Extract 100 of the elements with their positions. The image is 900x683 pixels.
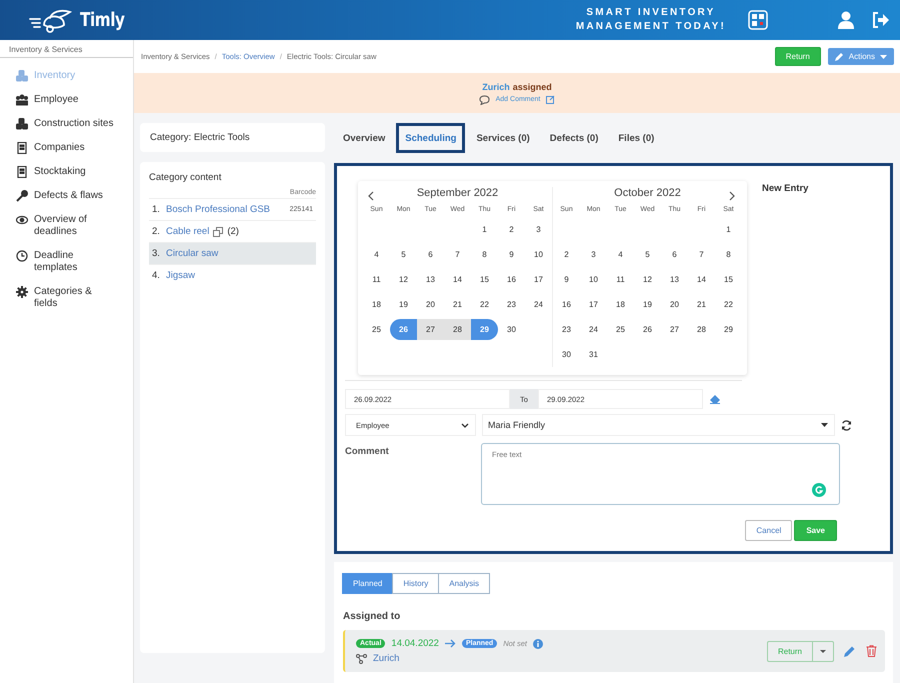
grammar-check-icon[interactable] [812,483,826,497]
calendar-day[interactable]: 5 [634,244,661,265]
calendar-day[interactable]: 19 [634,294,661,315]
view-toggle-button[interactable]: Analysis [438,573,490,594]
tab[interactable]: Services (0) [467,123,539,153]
pencil-icon[interactable] [844,645,856,657]
view-toggle-button[interactable]: History [392,573,440,594]
calendar-day[interactable]: 2 [553,244,580,265]
calendar-day[interactable]: 25 [363,319,390,340]
calendar-day[interactable]: 8 [715,244,742,265]
calendar-day[interactable]: 16 [553,294,580,315]
calendar-day[interactable]: 8 [471,244,498,265]
eraser-icon[interactable] [709,394,721,404]
sidebar-item[interactable]: Deadline templates [0,244,133,280]
sidebar-item[interactable]: Employee [0,88,133,112]
row-number: 3. [152,248,161,259]
calendar-day[interactable]: 24 [580,319,607,340]
person-select[interactable]: Maria Friendly [482,414,835,436]
next-month-icon[interactable] [728,191,736,201]
calendar-day[interactable]: 1 [553,219,742,240]
calendar-day[interactable]: 4 [363,244,390,265]
item-link[interactable]: Bosch Professional GSB [166,204,270,215]
calendar-day[interactable]: 28 [688,319,715,340]
calendar-day[interactable]: 24 [525,294,552,315]
calendar-day[interactable]: 27 [417,319,444,340]
calendar-day[interactable]: 9 [498,244,525,265]
new-entry-title: New Entry [762,182,808,196]
sidebar-item[interactable]: Construction sites [0,112,133,136]
sidebar-item[interactable]: Overview of deadlines [0,208,133,244]
calendar-day[interactable]: 28 [444,319,471,340]
calendar-day[interactable]: 20 [417,294,444,315]
arrow-right-icon [444,639,456,648]
calendar-day[interactable]: 11 [607,269,634,290]
calendar-day[interactable]: 2 [498,219,525,240]
tab[interactable]: Defects (0) [540,123,608,153]
calendar-day[interactable]: 14 [688,269,715,290]
calendar-day[interactable]: 3 [525,219,552,240]
trash-icon[interactable] [866,645,877,657]
calendar-day[interactable]: 9 [553,269,580,290]
calendar-day[interactable]: 10 [525,244,552,265]
calendar-day[interactable]: 7 [444,244,471,265]
calendar-day[interactable]: 17 [580,294,607,315]
calendar-day[interactable]: 21 [688,294,715,315]
calendar-day[interactable]: 18 [363,294,390,315]
cancel-button[interactable]: Cancel [745,520,792,541]
info-icon[interactable] [532,638,543,648]
calendar-day[interactable]: 14 [444,269,471,290]
refresh-icon[interactable] [841,420,852,430]
calendar-day[interactable]: 19 [390,294,417,315]
category-row[interactable]: 4. Jigsaw [149,264,316,286]
calendar-day[interactable]: 6 [661,244,688,265]
calendar-day[interactable]: 1 [363,219,498,240]
month-title: October 2022 [614,187,681,199]
calendar-day[interactable]: 6 [417,244,444,265]
user-icon[interactable] [838,11,854,29]
tab[interactable]: Overview [334,123,394,153]
location-link[interactable]: Zurich [373,653,400,664]
logout-icon[interactable] [872,12,890,28]
calendar-day[interactable]: 18 [607,294,634,315]
calendar-day[interactable]: 17 [525,269,552,290]
calendar-day[interactable]: 4 [607,244,634,265]
edit-icon[interactable] [546,95,556,104]
calendar-day[interactable]: 12 [390,269,417,290]
calendar-day[interactable]: 3 [580,244,607,265]
sidebar-item[interactable]: Categories & fields [0,280,133,316]
tab[interactable]: Files (0) [609,123,664,153]
calendar-day[interactable]: 31 [580,344,607,365]
calendar-day[interactable]: 7 [688,244,715,265]
item-link[interactable]: Jigsaw [166,270,196,281]
calendar-day[interactable]: 30 [553,344,580,365]
calendar-day[interactable]: 13 [661,269,688,290]
calendar-day[interactable]: 22 [715,294,742,315]
calendar-day[interactable]: 21 [444,294,471,315]
calendar-day[interactable]: 5 [390,244,417,265]
calendar-day[interactable]: 30 [498,319,525,340]
item-link[interactable]: Cable reel [166,226,210,237]
caret-icon [821,423,828,427]
calendar-day[interactable]: 10 [580,269,607,290]
calendar-day[interactable]: 11 [363,269,390,290]
sidebar-item[interactable]: Defects & flaws [0,184,133,208]
calendar-day[interactable]: 23 [498,294,525,315]
calendar-day[interactable]: 27 [661,319,688,340]
calendar-day[interactable]: 25 [607,319,634,340]
calendar-day[interactable]: 20 [661,294,688,315]
calendar-day[interactable]: 15 [715,269,742,290]
sidebar-item[interactable]: Companies [0,136,133,160]
tab[interactable]: Scheduling [396,123,466,153]
category-row[interactable]: 3. Circular saw [149,242,316,264]
calendar-day[interactable]: 23 [553,319,580,340]
sidebar-title: Inventory & Services [0,40,133,58]
calendar-day[interactable]: 16 [498,269,525,290]
calendar-day[interactable]: 22 [471,294,498,315]
calendar-day[interactable]: 26 [634,319,661,340]
previous-month-icon[interactable] [367,191,375,201]
calendar-day[interactable]: 12 [634,269,661,290]
sidebar-item[interactable]: Stocktaking [0,160,133,184]
calendar-day[interactable]: 29 [715,319,742,340]
calendar-day[interactable]: 15 [471,269,498,290]
qr-code-icon[interactable] [748,10,768,30]
calendar-day[interactable]: 13 [417,269,444,290]
